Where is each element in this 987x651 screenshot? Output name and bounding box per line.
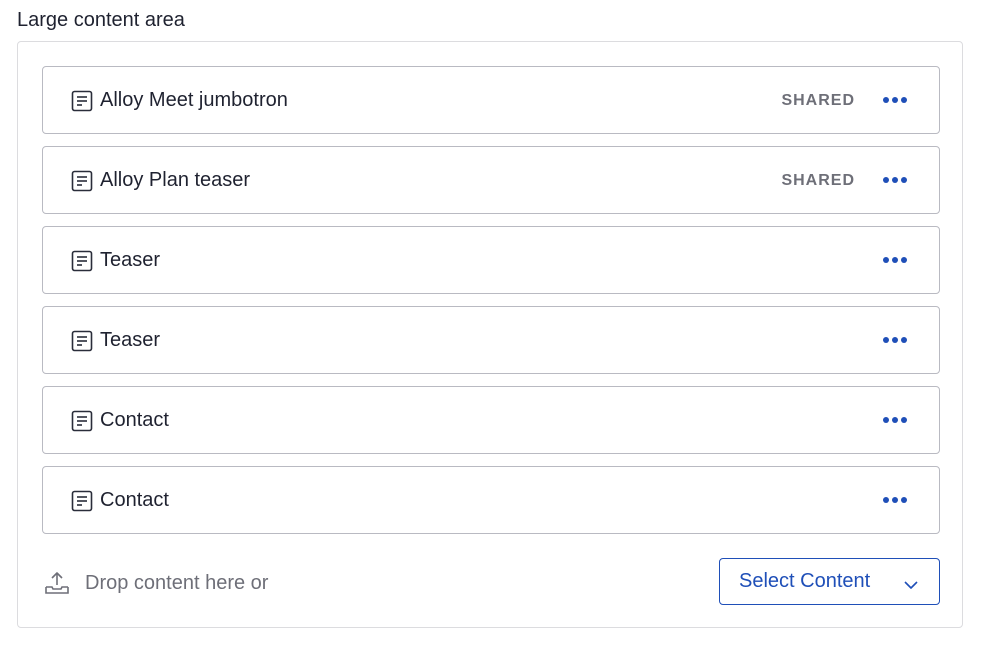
shared-badge: SHARED bbox=[781, 172, 855, 189]
more-horizontal-icon[interactable] bbox=[881, 328, 909, 352]
select-content-button[interactable]: Select Content bbox=[719, 558, 940, 605]
content-item[interactable]: Teaser bbox=[42, 226, 940, 294]
content-item-title: Contact bbox=[100, 409, 169, 431]
document-icon bbox=[70, 409, 94, 433]
more-horizontal-icon[interactable] bbox=[881, 408, 909, 432]
content-item-title: Teaser bbox=[100, 329, 161, 351]
content-area-label: Large content area bbox=[17, 9, 185, 31]
content-item[interactable]: Alloy Plan teaser SHARED bbox=[42, 146, 940, 214]
content-item-title: Teaser bbox=[100, 249, 161, 271]
content-item-title: Contact bbox=[100, 489, 169, 511]
more-horizontal-icon[interactable] bbox=[881, 488, 909, 512]
drop-zone[interactable]: Drop content here or Select Content bbox=[42, 558, 940, 606]
document-icon bbox=[70, 329, 94, 353]
drop-hint-text: Drop content here or bbox=[85, 572, 269, 594]
content-area: Alloy Meet jumbotron SHARED Alloy Plan t… bbox=[17, 41, 963, 628]
content-item[interactable]: Teaser bbox=[42, 306, 940, 374]
content-item[interactable]: Contact bbox=[42, 466, 940, 534]
content-item-title: Alloy Plan teaser bbox=[100, 169, 251, 191]
upload-icon bbox=[44, 570, 70, 596]
content-item[interactable]: Alloy Meet jumbotron SHARED bbox=[42, 66, 940, 134]
more-horizontal-icon[interactable] bbox=[881, 248, 909, 272]
select-content-label: Select Content bbox=[739, 570, 871, 592]
chevron-down-icon bbox=[903, 575, 919, 589]
more-horizontal-icon[interactable] bbox=[881, 88, 909, 112]
shared-badge: SHARED bbox=[781, 92, 855, 109]
document-icon bbox=[70, 89, 94, 113]
document-icon bbox=[70, 489, 94, 513]
content-item[interactable]: Contact bbox=[42, 386, 940, 454]
content-item-title: Alloy Meet jumbotron bbox=[100, 89, 288, 111]
document-icon bbox=[70, 169, 94, 193]
document-icon bbox=[70, 249, 94, 273]
more-horizontal-icon[interactable] bbox=[881, 168, 909, 192]
